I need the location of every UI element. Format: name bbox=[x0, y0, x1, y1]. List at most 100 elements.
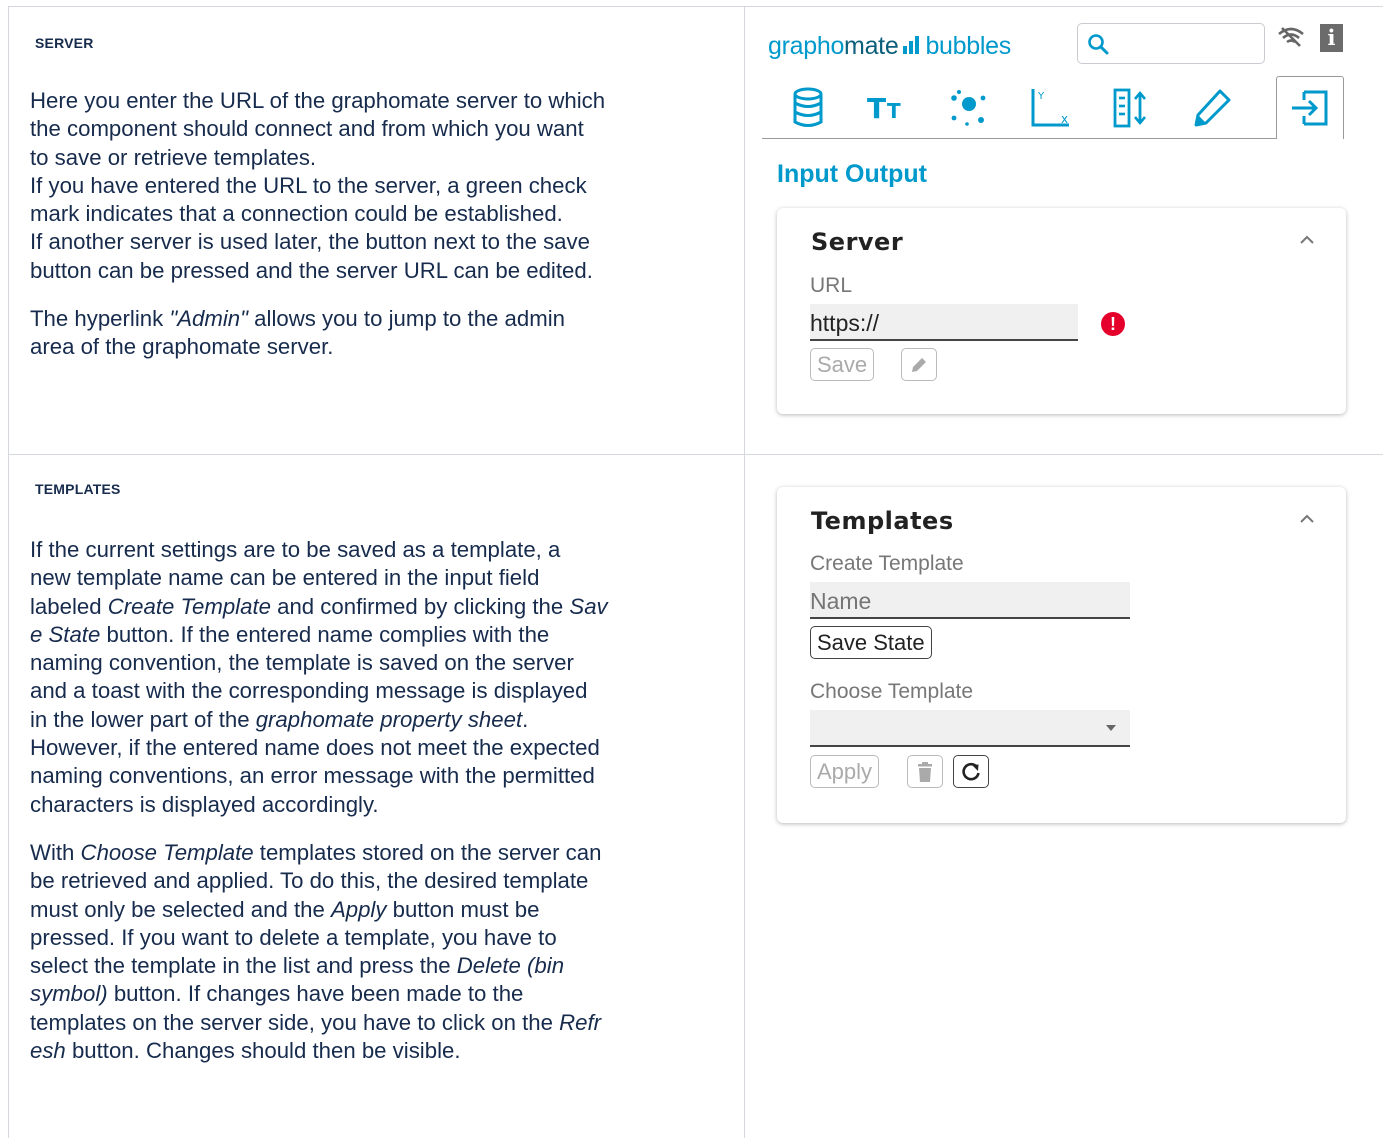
templates-line: However, if the entered name does not me… bbox=[30, 735, 600, 761]
text-span: select the template in the list and pres… bbox=[30, 953, 457, 979]
table-border-left bbox=[8, 6, 9, 1138]
chevron-up-icon[interactable] bbox=[1298, 513, 1316, 525]
chevron-up-icon[interactable] bbox=[1298, 234, 1316, 246]
templates-line: With Choose Template templates stored on… bbox=[30, 839, 736, 867]
svg-text:T: T bbox=[867, 92, 886, 124]
text-span: must only be selected and the bbox=[30, 896, 331, 922]
table-border-top bbox=[8, 6, 1383, 7]
text-size-icon: T T bbox=[867, 92, 901, 124]
search-input[interactable] bbox=[1077, 23, 1265, 64]
text-em: Create Template bbox=[107, 593, 271, 619]
apply-button[interactable]: Apply bbox=[810, 755, 880, 788]
text-span: button must be bbox=[386, 896, 540, 922]
logo-product: bubbles bbox=[925, 32, 1011, 60]
templates-line: naming convention, the template is saved… bbox=[30, 650, 574, 676]
templates-description: If the current settings are to be saved … bbox=[30, 536, 736, 1065]
templates-heading: TEMPLATES bbox=[35, 481, 121, 497]
server-line-1: Here you enter the URL of the graphomate… bbox=[30, 88, 606, 113]
layout-tab[interactable] bbox=[1098, 76, 1166, 139]
text-span: in the lower part of the bbox=[30, 706, 256, 732]
error-icon: ! bbox=[1101, 312, 1125, 336]
text-tab[interactable]: T T bbox=[853, 76, 921, 139]
url-label: URL bbox=[810, 274, 853, 297]
save-button[interactable]: Save bbox=[810, 348, 875, 381]
templates-line: new template name can be entered in the … bbox=[30, 565, 540, 591]
templates-line: labeled Create Template and confirmed by… bbox=[30, 593, 736, 621]
pen-tab[interactable] bbox=[1178, 76, 1246, 139]
svg-text:x: x bbox=[1061, 112, 1068, 126]
text-span: templates stored on the server can bbox=[253, 839, 602, 865]
save-state-button[interactable]: Save State bbox=[810, 626, 932, 659]
templates-line: templates on the server side, you have t… bbox=[30, 1009, 736, 1037]
text-span: . bbox=[522, 706, 529, 732]
server-heading: SERVER bbox=[35, 35, 94, 51]
refresh-button[interactable] bbox=[953, 755, 989, 788]
text-span: labeled bbox=[30, 593, 108, 619]
bubbles-tab[interactable] bbox=[934, 76, 1002, 139]
templates-line: select the template in the list and pres… bbox=[30, 952, 736, 980]
templates-line: in the lower part of the graphomate prop… bbox=[30, 706, 736, 734]
property-sheet-header: graphomate bubbles i bbox=[768, 20, 1368, 68]
axis-icon: Y x bbox=[1031, 88, 1069, 126]
database-icon bbox=[793, 87, 823, 127]
server-line-2: the component should connect and from wh… bbox=[30, 116, 584, 142]
section-title: Input Output bbox=[777, 160, 927, 188]
delete-template-button[interactable] bbox=[907, 755, 943, 788]
server-line-5: mark indicates that a connection could b… bbox=[30, 201, 563, 227]
server-line-3: to save or retrieve templates. bbox=[30, 144, 317, 170]
server-admin-line-2: area of the graphomate server. bbox=[30, 334, 334, 360]
pen-icon bbox=[1194, 89, 1231, 126]
text-em: Choose Template bbox=[80, 839, 254, 865]
wifi-off-icon[interactable] bbox=[1276, 26, 1306, 48]
url-input[interactable] bbox=[810, 304, 1078, 341]
admin-pre: The hyperlink bbox=[30, 306, 170, 332]
text-em: esh bbox=[30, 1038, 66, 1064]
server-card: Server URL ! Save bbox=[777, 208, 1346, 414]
templates-line: esh button. Changes should then be visib… bbox=[30, 1037, 736, 1065]
info-icon[interactable]: i bbox=[1320, 24, 1343, 52]
input-output-tab[interactable] bbox=[1276, 76, 1344, 139]
bubbles-icon bbox=[951, 89, 986, 126]
dropdown-caret-icon bbox=[1106, 725, 1116, 731]
server-admin-line: The hyperlink "Admin" allows you to jump… bbox=[30, 305, 736, 333]
edit-url-button[interactable] bbox=[901, 348, 937, 381]
text-span: button. If changes have been made to the bbox=[107, 981, 524, 1007]
server-card-title: Server bbox=[811, 228, 904, 256]
input-output-icon bbox=[1292, 90, 1328, 126]
templates-card-title: Templates bbox=[811, 507, 954, 535]
server-line-6: If another server is used later, the but… bbox=[30, 229, 590, 255]
templates-line: be retrieved and applied. To do this, th… bbox=[30, 868, 589, 894]
graphomate-logo: graphomate bubbles bbox=[768, 32, 1011, 61]
server-line-7: button can be pressed and the server URL… bbox=[30, 257, 593, 283]
template-name-input[interactable] bbox=[810, 582, 1130, 619]
svg-text:T: T bbox=[887, 99, 901, 123]
database-tab[interactable] bbox=[774, 76, 842, 139]
server-description: Here you enter the URL of the graphomate… bbox=[30, 87, 736, 362]
server-line-4: If you have entered the URL to the serve… bbox=[30, 172, 587, 198]
text-span: button. Changes should then be visible. bbox=[65, 1038, 461, 1064]
templates-card: Templates Create Template Save State Cho… bbox=[777, 487, 1346, 823]
template-select[interactable] bbox=[810, 710, 1130, 747]
text-em: symbol) bbox=[30, 981, 108, 1007]
admin-post: allows you to jump to the admin bbox=[248, 306, 565, 332]
property-tabs: T T Y x bbox=[762, 76, 1362, 139]
text-span: and confirmed by clicking the bbox=[270, 593, 570, 619]
templates-line: and a toast with the corresponding messa… bbox=[30, 678, 588, 704]
choose-template-label: Choose Template bbox=[810, 680, 974, 703]
layout-icon bbox=[1113, 88, 1146, 127]
svg-text:Y: Y bbox=[1037, 91, 1045, 102]
templates-line: e State button. If the entered name comp… bbox=[30, 621, 736, 649]
create-template-label: Create Template bbox=[810, 552, 964, 575]
search-icon bbox=[1088, 34, 1109, 55]
text-span: templates on the server side, you have t… bbox=[30, 1009, 560, 1035]
text-em: Delete (bin bbox=[456, 953, 565, 979]
text-span: With bbox=[30, 839, 81, 865]
templates-line: If the current settings are to be saved … bbox=[30, 537, 561, 562]
templates-line: must only be selected and the Apply butt… bbox=[30, 896, 736, 924]
logo-bars-icon bbox=[903, 32, 921, 61]
text-em: Sav bbox=[569, 593, 608, 619]
axis-tab[interactable]: Y x bbox=[1016, 76, 1084, 139]
logo-text: grapho bbox=[768, 32, 845, 60]
admin-link-text: "Admin" bbox=[169, 306, 249, 332]
templates-line: naming conventions, an error message wit… bbox=[30, 763, 595, 789]
